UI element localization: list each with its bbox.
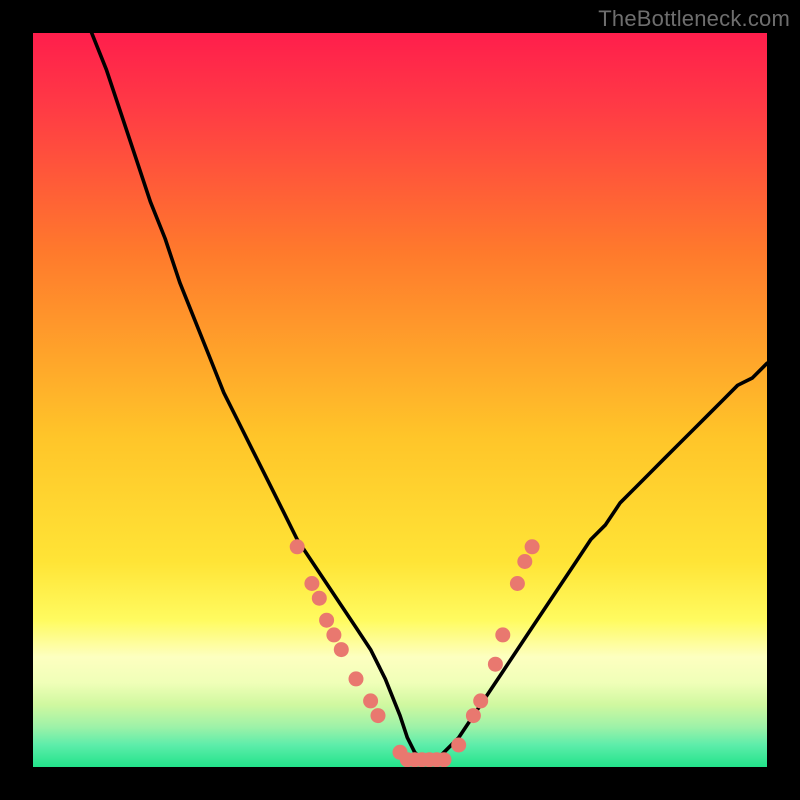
data-marker [488,657,503,672]
data-marker [363,693,378,708]
data-marker [517,554,532,569]
gradient-background [33,33,767,767]
data-marker [473,693,488,708]
plot-svg [33,33,767,767]
data-marker [334,642,349,657]
plot-area [33,33,767,767]
data-marker [349,671,364,686]
data-marker [466,708,481,723]
data-marker [312,591,327,606]
data-marker [371,708,386,723]
chart-stage: TheBottleneck.com [0,0,800,800]
data-marker [510,576,525,591]
watermark-text: TheBottleneck.com [598,6,790,32]
data-marker [451,738,466,753]
data-marker [290,539,305,554]
data-marker [319,613,334,628]
data-marker [326,627,341,642]
data-marker [525,539,540,554]
data-marker [304,576,319,591]
data-marker [495,627,510,642]
data-marker [437,752,452,767]
